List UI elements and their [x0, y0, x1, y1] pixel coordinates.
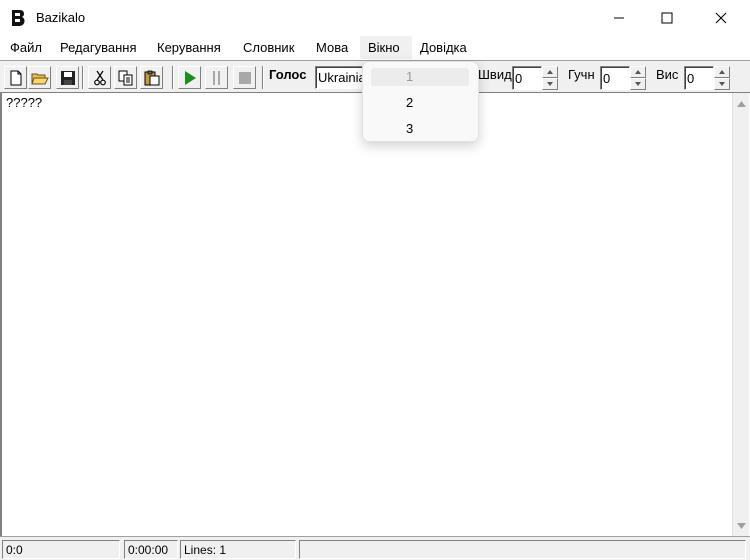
- window-title: Bazikalo: [36, 10, 86, 25]
- menu-control[interactable]: Керування: [157, 40, 221, 55]
- pause-button[interactable]: [205, 66, 228, 89]
- pause-icon: [212, 70, 220, 85]
- volume-label: Гучн: [568, 67, 595, 82]
- status-cursor-position: 0:0: [2, 540, 120, 559]
- save-file-button[interactable]: [56, 66, 79, 89]
- pitch-input[interactable]: 0: [684, 66, 714, 90]
- status-bar: 0:0 0:00:00 Lines: 1: [0, 536, 750, 560]
- close-button[interactable]: [698, 0, 744, 36]
- menu-edit[interactable]: Редагування: [60, 40, 137, 55]
- speed-label: Швид: [478, 67, 512, 82]
- arrow-down-icon: [719, 82, 725, 86]
- bazikalo-app-icon: [12, 10, 25, 26]
- menu-window[interactable]: Вікно: [368, 40, 400, 55]
- arrow-up-icon: [719, 70, 725, 74]
- copy-icon: [118, 70, 132, 85]
- voice-select[interactable]: Ukrainian: [315, 66, 365, 89]
- volume-input[interactable]: 0: [600, 66, 630, 90]
- text-editor[interactable]: ?????: [0, 93, 750, 536]
- arrow-up-icon: [635, 70, 641, 74]
- paste-button[interactable]: [140, 66, 163, 89]
- volume-down-button[interactable]: [630, 78, 646, 90]
- menu-language[interactable]: Мова: [316, 40, 348, 55]
- toolbar-separator: [172, 66, 174, 89]
- stop-icon: [238, 71, 251, 84]
- open-file-button[interactable]: [28, 66, 51, 89]
- window-menu-item-1[interactable]: 1: [371, 68, 469, 86]
- editor-content[interactable]: ?????: [6, 95, 42, 110]
- voice-label: Голос: [269, 67, 307, 82]
- status-empty-pane: [299, 540, 746, 559]
- menu-file[interactable]: Файл: [10, 40, 42, 55]
- pitch-down-button[interactable]: [714, 78, 730, 90]
- status-time: 0:00:00: [124, 540, 178, 559]
- new-file-button[interactable]: [4, 66, 27, 89]
- menu-help[interactable]: Довідка: [420, 40, 467, 55]
- maximize-icon: [661, 12, 673, 24]
- minimize-icon: [614, 17, 624, 19]
- toolbar-separator: [262, 66, 264, 89]
- arrow-up-icon: [547, 70, 553, 74]
- vertical-scrollbar[interactable]: [732, 93, 749, 536]
- cut-button[interactable]: [88, 66, 111, 89]
- status-lines: Lines: 1: [180, 540, 296, 559]
- scroll-up-button[interactable]: [733, 95, 750, 112]
- pitch-up-button[interactable]: [714, 66, 730, 78]
- arrow-down-icon: [635, 82, 641, 86]
- pitch-label: Вис: [656, 67, 679, 82]
- open-folder-icon: [30, 73, 49, 84]
- title-bar: Bazikalo: [0, 0, 750, 36]
- new-file-icon: [10, 70, 21, 85]
- paste-clipboard-icon: [144, 70, 159, 85]
- toolbar-separator: [82, 66, 84, 89]
- window-menu-dropdown: 1 2 3: [362, 61, 479, 142]
- scroll-down-button[interactable]: [733, 517, 750, 534]
- scissors-icon: [93, 70, 106, 85]
- volume-up-button[interactable]: [630, 66, 646, 78]
- window-menu-item-2[interactable]: 2: [371, 94, 469, 112]
- menu-dictionary[interactable]: Словник: [243, 40, 294, 55]
- arrow-down-icon: [547, 82, 553, 86]
- copy-button[interactable]: [114, 66, 137, 89]
- speed-up-button[interactable]: [542, 66, 558, 78]
- maximize-button[interactable]: [644, 0, 690, 36]
- save-disk-icon: [60, 70, 75, 85]
- play-button[interactable]: [178, 66, 201, 89]
- speed-down-button[interactable]: [542, 78, 558, 90]
- scroll-up-arrow-icon: [737, 100, 746, 107]
- play-icon: [184, 70, 196, 85]
- stop-button[interactable]: [233, 66, 256, 89]
- close-icon: [715, 12, 727, 24]
- minimize-button[interactable]: [596, 0, 642, 36]
- scroll-down-arrow-icon: [737, 522, 746, 529]
- speed-input[interactable]: 0: [512, 66, 542, 90]
- window-menu-item-3[interactable]: 3: [371, 120, 469, 138]
